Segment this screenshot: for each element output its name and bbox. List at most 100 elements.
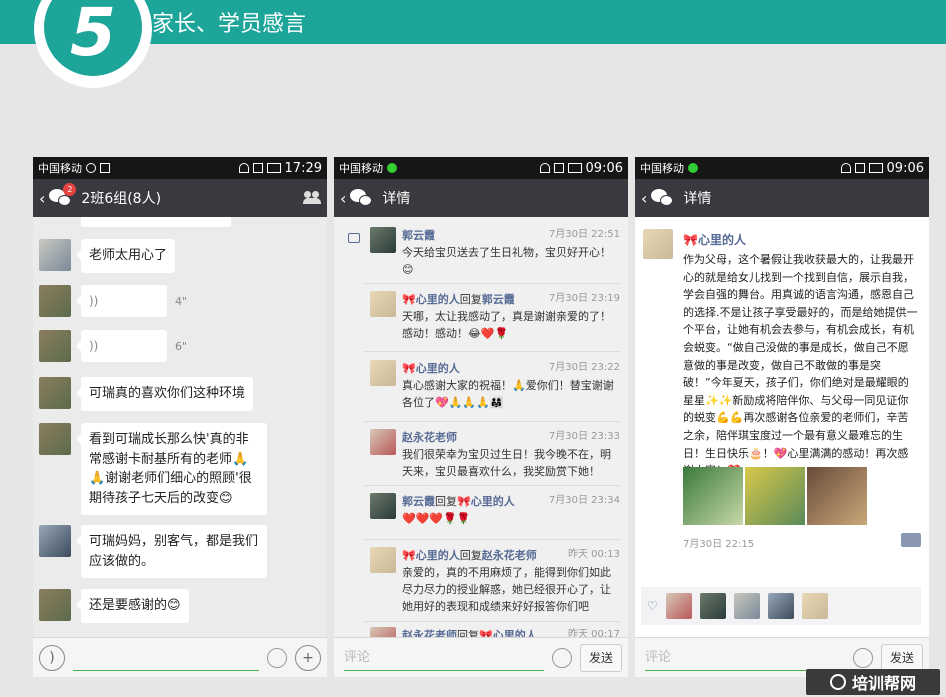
avatar[interactable]	[39, 525, 71, 557]
brand-watermark: 培训帮网	[806, 669, 940, 695]
details-title-bar: ‹ 详情	[635, 179, 929, 217]
plus-icon[interactable]: +	[295, 644, 321, 671]
reply-target[interactable]: 郭云霞	[482, 293, 515, 306]
message-bubble[interactable]: 看到可瑞成长那么快'真的非常感谢卡耐基所有的老师🙏🙏谢谢老师们细心的照顾'很期待…	[76, 423, 267, 515]
heart-outline-icon: ♡	[647, 599, 658, 613]
wechat-icon[interactable]	[350, 188, 374, 208]
phone-screenshot-comments: 中国移动 09:06 ‹ 详情 郭云霞 7月30日 22:51 今天给宝贝送去了…	[334, 157, 628, 677]
divider	[364, 351, 620, 352]
signal-icon	[553, 163, 564, 173]
comment-time: 7月30日 23:19	[548, 293, 620, 304]
group-members-icon[interactable]	[303, 191, 321, 205]
message-bubble[interactable]: 还是要感谢的😊	[76, 589, 189, 623]
status-bar: 中国移动 17:29	[33, 157, 327, 179]
back-arrow-icon[interactable]: ‹	[39, 189, 45, 208]
comment-item[interactable]: 郭云霞回复🎀心里的人 7月30日 23:34 ❤️❤️❤️🌹🌹	[334, 493, 628, 527]
post-photo[interactable]	[745, 467, 805, 525]
comment-item[interactable]: 郭云霞 7月30日 22:51 今天给宝贝送去了生日礼物，宝贝好开心！😊	[334, 227, 628, 278]
avatar[interactable]	[39, 285, 71, 317]
comment-text: 真心感谢大家的祝福！🙏爱你们！替宝谢谢各位了💖🙏🙏🙏👨‍👩‍👧	[402, 379, 614, 410]
chat-message: 看到可瑞成长那么快'真的非常感谢卡耐基所有的老师🙏🙏谢谢老师们细心的照顾'很期待…	[39, 423, 267, 515]
status-bar: 中国移动 09:06	[334, 157, 628, 179]
avatar[interactable]	[39, 377, 71, 409]
message-bubble[interactable]: 老师太用心了	[75, 239, 176, 273]
message-bubble[interactable]: 可瑞妈妈，别客气，都是我们应该做的。	[76, 525, 267, 578]
phone-screenshot-group-chat: 中国移动 17:29 ‹ 2 2班6组(8人) 老师太用心了 )) 4" )) …	[33, 157, 327, 677]
chat-message: 可瑞真的喜欢你们这种环境	[39, 377, 254, 411]
reply-target[interactable]: 🎀心里的人	[457, 495, 515, 508]
avatar[interactable]	[370, 547, 396, 573]
comment-input[interactable]: 评论	[645, 645, 845, 671]
wifi-icon	[840, 163, 851, 173]
details-title: 详情	[382, 191, 411, 207]
commenter-name[interactable]: 赵永花老师	[402, 431, 457, 444]
divider	[364, 283, 620, 284]
emoji-icon[interactable]	[267, 647, 287, 668]
wechat-icon[interactable]	[651, 188, 675, 208]
battery-icon	[567, 163, 582, 173]
post-photo[interactable]	[807, 467, 867, 525]
divider	[364, 421, 620, 422]
no-disturb-icon	[86, 163, 96, 173]
voice-toggle-icon[interactable]: )	[39, 644, 65, 671]
wechat-status-icon	[387, 163, 397, 173]
chat-voice-message: )) 6"	[39, 330, 187, 362]
message-input[interactable]	[73, 645, 259, 671]
partial-message-bubble	[81, 217, 231, 227]
avatar[interactable]	[370, 360, 396, 386]
comment-item[interactable]: 🎀心里的人 7月30日 23:22 真心感谢大家的祝福！🙏爱你们！替宝谢谢各位了…	[334, 360, 628, 411]
comment-text: 我们很荣幸为宝贝过生日！我今晚不在，明天来，宝贝最喜欢什么，我奖励赏下她！	[402, 448, 611, 479]
send-button[interactable]: 发送	[880, 643, 923, 672]
comment-item[interactable]: 赵永花老师 7月30日 23:33 我们很荣幸为宝贝过生日！我今晚不在，明天来，…	[334, 429, 628, 480]
avatar[interactable]	[39, 589, 71, 621]
comment-item[interactable]: 🎀心里的人回复郭云霞 7月30日 23:19 天哪，太让我感动了，真是谢谢亲爱的…	[334, 291, 628, 342]
comment-input[interactable]: 评论	[344, 645, 544, 671]
voice-bubble[interactable]: ))	[76, 285, 167, 317]
commenter-name[interactable]: 🎀心里的人	[402, 549, 460, 562]
liker-avatar[interactable]	[665, 593, 692, 619]
author-avatar[interactable]	[643, 229, 673, 259]
reply-label: 回复	[459, 549, 482, 562]
reply-target[interactable]: 赵永花老师	[482, 549, 537, 562]
section-title: 家长、学员感言	[152, 12, 307, 37]
back-arrow-icon[interactable]: ‹	[641, 189, 647, 208]
message-bubble[interactable]: 可瑞真的喜欢你们这种环境	[75, 377, 254, 411]
avatar[interactable]	[39, 330, 71, 362]
send-button[interactable]: 发送	[579, 643, 622, 672]
emoji-icon[interactable]	[551, 647, 572, 668]
liker-avatar[interactable]	[699, 593, 726, 619]
comment-time: 7月30日 23:33	[548, 431, 620, 442]
chat-message: 还是要感谢的😊	[39, 589, 189, 623]
commenter-name[interactable]: 郭云霞	[402, 229, 435, 242]
avatar[interactable]	[370, 493, 396, 519]
avatar[interactable]	[370, 227, 396, 253]
author-name[interactable]: 🎀心里的人	[683, 231, 746, 248]
emoji-icon[interactable]	[852, 647, 873, 668]
more-options-icon[interactable]	[901, 533, 921, 547]
avatar[interactable]	[39, 423, 71, 455]
liker-avatar[interactable]	[767, 593, 794, 619]
avatar[interactable]	[370, 291, 396, 317]
back-arrow-icon[interactable]: ‹	[340, 189, 346, 208]
wifi-icon	[238, 163, 249, 173]
signal-icon	[252, 163, 263, 173]
post-photo[interactable]	[683, 467, 743, 525]
comment-text: 今天给宝贝送去了生日礼物，宝贝好开心！😊	[402, 246, 611, 277]
chat-input-bar: ) +	[33, 637, 327, 677]
comment-item[interactable]: 🎀心里的人回复赵永花老师 昨天 00:13 亲爱的，真的不用麻烦了，能得到你们如…	[334, 547, 628, 615]
commenter-name[interactable]: 🎀心里的人	[402, 293, 460, 306]
wechat-icon[interactable]: 2	[49, 183, 77, 208]
divider	[364, 485, 620, 486]
clock: 09:06	[886, 160, 924, 176]
commenter-name[interactable]: 郭云霞	[402, 495, 435, 508]
voice-duration: 6"	[175, 340, 188, 353]
commenter-name[interactable]: 🎀心里的人	[402, 362, 460, 375]
voice-bubble[interactable]: ))	[76, 330, 167, 362]
carrier-label: 中国移动	[339, 162, 383, 175]
avatar[interactable]	[39, 239, 71, 271]
post-time: 7月30日 22:15	[683, 539, 755, 550]
avatar[interactable]	[370, 429, 396, 455]
image-icon	[100, 163, 110, 173]
liker-avatar[interactable]	[733, 593, 760, 619]
liker-avatar[interactable]	[801, 593, 828, 619]
